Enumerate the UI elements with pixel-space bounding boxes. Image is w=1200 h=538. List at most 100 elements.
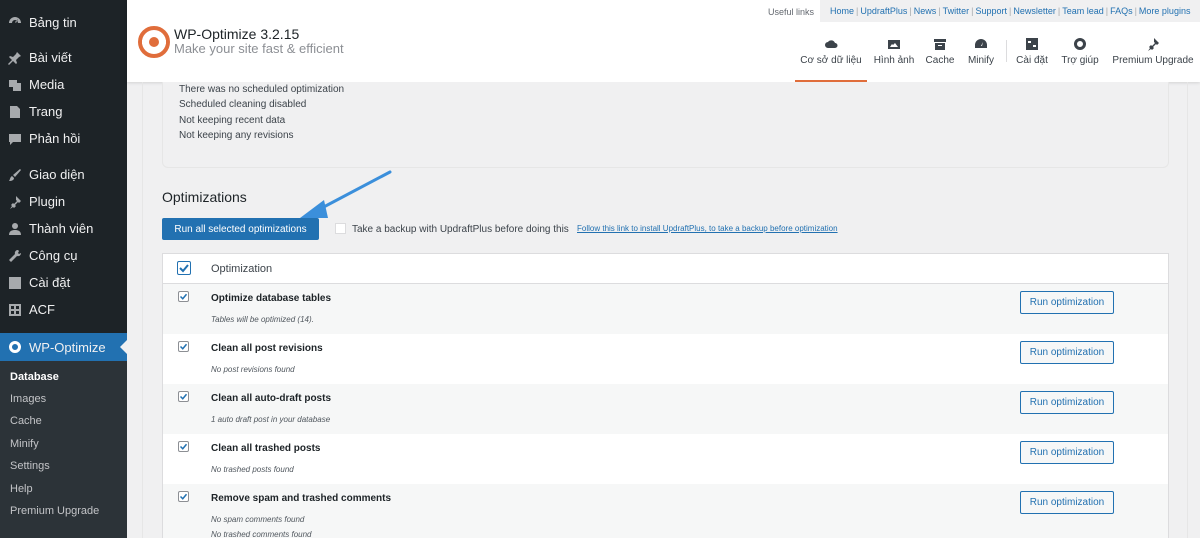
tab-cache[interactable]: Cache: [922, 37, 958, 82]
row-title: Clean all post revisions: [211, 343, 323, 354]
sidebar-item-label: Bảng tin: [29, 15, 77, 30]
sidebar-item-appearance[interactable]: Giao diện: [0, 161, 127, 188]
link-home[interactable]: Home: [830, 6, 854, 16]
sidebar-item-comments[interactable]: Phản hồi: [0, 125, 127, 152]
row-note: Tables will be optimized (14).: [211, 315, 314, 324]
status-line: Scheduled cleaning disabled: [179, 99, 307, 110]
run-optimization-button[interactable]: Run optimization: [1020, 391, 1114, 414]
sidebar-item-plugins[interactable]: Plugin: [0, 188, 127, 215]
check-icon: [179, 493, 188, 500]
lifebuoy-icon: [1074, 38, 1086, 50]
tab-settings[interactable]: Cài đặt: [1014, 37, 1050, 82]
row-note: No spam comments found: [211, 515, 305, 524]
check-icon: [179, 293, 188, 300]
sidebar-item-settings[interactable]: Cài đặt: [0, 269, 127, 296]
row-note: No trashed comments found: [211, 530, 312, 538]
sidebar-item-users[interactable]: Thành viên: [0, 215, 127, 242]
media-icon: [8, 78, 22, 92]
submenu-item-minify[interactable]: Minify: [10, 438, 39, 450]
comment-icon: [8, 132, 22, 146]
tab-minify[interactable]: Minify: [963, 37, 999, 82]
column-header: Optimization: [211, 263, 273, 275]
tab-label: Cache: [925, 55, 955, 66]
dashboard-icon: [8, 16, 22, 30]
page-title: WP-Optimize 3.2.15: [174, 26, 300, 42]
tab-premium-upgrade[interactable]: Premium Upgrade: [1109, 37, 1197, 82]
run-optimization-button[interactable]: Run optimization: [1020, 491, 1114, 514]
admin-sidebar: Bảng tin Bài viết Media Trang Phản hồi G…: [0, 0, 127, 538]
check-icon: [179, 443, 188, 450]
tab-divider: [1006, 40, 1007, 62]
select-all-checkbox[interactable]: [177, 261, 191, 275]
submenu-item-cache[interactable]: Cache: [10, 415, 42, 427]
row-checkbox[interactable]: [178, 341, 189, 352]
plugin-icon: [1148, 38, 1159, 51]
submenu-item-settings[interactable]: Settings: [10, 460, 50, 472]
images-icon: [888, 40, 900, 49]
row-title: Clean all auto-draft posts: [211, 393, 332, 404]
row-title: Remove spam and trashed comments: [211, 493, 392, 504]
row-checkbox[interactable]: [178, 491, 189, 502]
submenu-item-help[interactable]: Help: [10, 483, 33, 495]
row-checkbox[interactable]: [178, 441, 189, 452]
tab-label: Cài đặt: [1016, 55, 1048, 66]
link-updraftplus[interactable]: UpdraftPlus: [860, 6, 907, 16]
sidebar-item-label: ACF: [29, 302, 55, 317]
link-support[interactable]: Support: [975, 6, 1007, 16]
acf-icon: [8, 303, 22, 317]
run-optimization-button[interactable]: Run optimization: [1020, 291, 1114, 314]
status-line: Not keeping any revisions: [179, 130, 294, 141]
wp-optimize-submenu: Database Images Cache Minify Settings He…: [0, 361, 127, 538]
sidebar-item-wp-optimize[interactable]: WP-Optimize: [0, 333, 127, 361]
submenu-item-premium[interactable]: Premium Upgrade: [10, 505, 99, 517]
check-icon: [179, 343, 188, 350]
pin-icon: [8, 51, 22, 65]
link-news[interactable]: News: [914, 6, 937, 16]
link-newsletter[interactable]: Newsletter: [1013, 6, 1056, 16]
sidebar-item-label: Bài viết: [29, 50, 72, 65]
section-title: Optimizations: [162, 189, 247, 205]
settings-icon: [8, 276, 22, 290]
content-border: [1187, 82, 1188, 538]
row-checkbox[interactable]: [178, 291, 189, 302]
submenu-item-images[interactable]: Images: [10, 393, 46, 405]
submenu-item-database[interactable]: Database: [10, 371, 59, 383]
sidebar-item-media[interactable]: Media: [0, 71, 127, 98]
row-note: No post revisions found: [211, 365, 295, 374]
table-row: Optimize database tables Tables will be …: [163, 284, 1168, 334]
row-checkbox[interactable]: [178, 391, 189, 402]
run-optimization-button[interactable]: Run optimization: [1020, 441, 1114, 464]
sidebar-item-label: WP-Optimize: [29, 339, 106, 355]
useful-links-label: Useful links: [768, 7, 815, 17]
brush-icon: [8, 168, 22, 182]
gauge-icon: [975, 39, 987, 48]
sidebar-item-posts[interactable]: Bài viết: [0, 44, 127, 71]
optimizations-table: Optimization Optimize database tables Ta…: [162, 253, 1169, 538]
sidebar-item-acf[interactable]: ACF: [0, 296, 127, 323]
sidebar-item-label: Media: [29, 77, 65, 92]
plugin-header: WP-Optimize 3.2.15 Make your site fast &…: [127, 0, 1200, 82]
sidebar-item-tools[interactable]: Công cụ: [0, 242, 127, 269]
sidebar-item-label: Công cụ: [29, 248, 78, 263]
table-row: Clean all auto-draft posts 1 auto draft …: [163, 384, 1168, 434]
link-twitter[interactable]: Twitter: [943, 6, 970, 16]
page-subtitle: Make your site fast & efficient: [174, 41, 344, 56]
tab-database[interactable]: Cơ sở dữ liệu: [795, 37, 867, 82]
install-updraftplus-link[interactable]: Follow this link to install UpdraftPlus,…: [577, 224, 838, 233]
sidebar-item-pages[interactable]: Trang: [0, 98, 127, 125]
annotation-arrow-icon: [300, 170, 392, 218]
run-optimization-button[interactable]: Run optimization: [1020, 341, 1114, 364]
row-title: Clean all trashed posts: [211, 443, 321, 454]
tab-images[interactable]: Hình ảnh: [870, 37, 918, 82]
status-line: Not keeping recent data: [179, 115, 286, 126]
status-box: There was no scheduled optimization Sche…: [162, 82, 1169, 168]
tab-label: Premium Upgrade: [1112, 55, 1194, 66]
link-more-plugins[interactable]: More plugins: [1139, 6, 1191, 16]
table-row: Remove spam and trashed comments No spam…: [163, 484, 1168, 538]
sidebar-item-dashboard[interactable]: Bảng tin: [0, 9, 127, 36]
sidebar-item-label: Plugin: [29, 194, 66, 209]
link-faqs[interactable]: FAQs: [1110, 6, 1133, 16]
link-team-lead[interactable]: Team lead: [1062, 6, 1104, 16]
wp-optimize-logo-icon: [138, 26, 170, 58]
tab-help[interactable]: Trợ giúp: [1058, 37, 1102, 82]
